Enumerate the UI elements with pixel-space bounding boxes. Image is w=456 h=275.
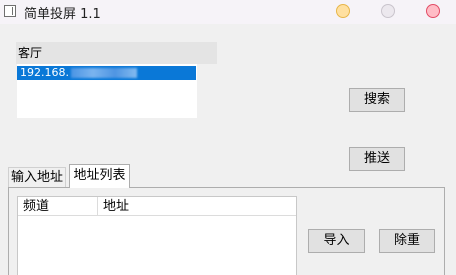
device-list[interactable]: 192.168. (17, 64, 197, 118)
minimize-button[interactable] (336, 4, 350, 18)
dedup-button[interactable]: 除重 (379, 229, 435, 253)
device-ip-label: 192.168. (20, 66, 69, 79)
app-window: 简单投屏 1.1 客厅 192.168. 搜索 推送 输入地址 地址列表 频道 … (0, 0, 456, 275)
tab-input-address[interactable]: 输入地址 (8, 167, 66, 187)
maximize-button[interactable] (381, 4, 395, 18)
close-button[interactable] (426, 4, 440, 18)
redacted-ip-suffix (70, 68, 137, 78)
search-button[interactable]: 搜索 (349, 88, 405, 112)
import-button[interactable]: 导入 (308, 229, 365, 253)
tab-address-list[interactable]: 地址列表 (69, 164, 130, 188)
title-bar[interactable]: 简单投屏 1.1 (0, 0, 456, 24)
device-list-item[interactable]: 192.168. (17, 66, 196, 80)
column-header-channel[interactable]: 频道 (18, 197, 98, 216)
window-app-icon (4, 5, 16, 17)
address-table[interactable]: 频道 地址 (17, 196, 297, 275)
device-list-header: 客厅 (16, 42, 217, 64)
column-header-address[interactable]: 地址 (98, 197, 296, 216)
window-title: 简单投屏 1.1 (24, 7, 101, 22)
push-button[interactable]: 推送 (349, 147, 405, 171)
